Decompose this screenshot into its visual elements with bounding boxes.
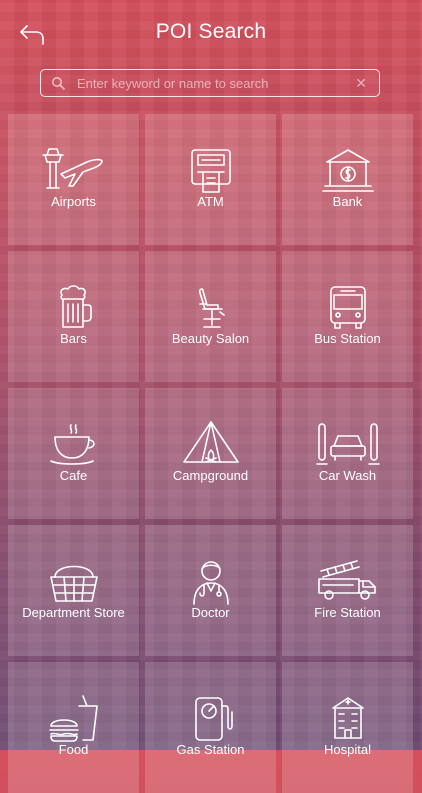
category-label: Doctor — [191, 605, 230, 620]
salon-chair-icon — [198, 288, 225, 328]
category-label: Fire Station — [314, 605, 381, 620]
tent-icon — [182, 421, 239, 463]
bank-icon — [321, 149, 374, 192]
category-tile-hospital[interactable]: Hospital — [282, 662, 413, 793]
category-tile-fire-station[interactable]: Fire Station — [282, 525, 413, 656]
coffee-cup-icon — [49, 424, 95, 465]
category-label: Bars — [60, 331, 87, 346]
category-label: Department Store — [22, 605, 125, 620]
clear-search-icon[interactable]: ✕ — [355, 73, 367, 93]
category-tile-bank[interactable]: Bank — [282, 114, 413, 245]
category-tile-bars[interactable]: Bars — [8, 251, 139, 382]
category-tile-bus-station[interactable]: Bus Station — [282, 251, 413, 382]
category-tile-gas-station[interactable]: Gas Station — [145, 662, 276, 793]
car-wash-icon — [315, 423, 380, 465]
category-tile-department-store[interactable]: Department Store — [8, 525, 139, 656]
category-tile-car-wash[interactable]: Car Wash — [282, 388, 413, 519]
category-tile-beauty-salon[interactable]: Beauty Salon — [145, 251, 276, 382]
category-label: Cafe — [59, 468, 88, 483]
hospital-icon — [331, 697, 364, 739]
beer-mug-icon — [59, 285, 92, 328]
page-title: POI Search — [155, 20, 267, 43]
airport-icon — [41, 148, 103, 189]
category-label: Campground — [172, 468, 249, 483]
search-icon — [52, 77, 65, 90]
category-label: ATM — [197, 194, 224, 209]
category-label: Car Wash — [318, 468, 377, 483]
category-grid: Airports ATM Bank Bars Beauty Salon Bus … — [8, 114, 414, 793]
doctor-icon — [192, 561, 229, 605]
category-label: Bank — [332, 194, 363, 209]
search-bar: ✕ — [40, 69, 380, 97]
category-tile-airports[interactable]: Airports — [8, 114, 139, 245]
category-label: Airports — [51, 194, 96, 209]
category-label: Beauty Salon — [171, 331, 250, 346]
fast-food-icon — [48, 695, 98, 742]
category-tile-cafe[interactable]: Cafe — [8, 388, 139, 519]
shopping-basket-icon — [49, 565, 98, 602]
category-tile-food[interactable]: Food — [8, 662, 139, 793]
category-tile-campground[interactable]: Campground — [145, 388, 276, 519]
fire-truck-icon — [317, 560, 376, 600]
header-bar: POI Search — [0, 0, 422, 68]
category-tile-atm[interactable]: ATM — [145, 114, 276, 245]
search-input[interactable] — [75, 70, 355, 97]
bus-icon — [329, 286, 366, 329]
gas-pump-icon — [194, 697, 233, 741]
category-tile-doctor[interactable]: Doctor — [145, 525, 276, 656]
atm-icon — [190, 149, 231, 193]
category-label: Bus Station — [314, 331, 381, 346]
